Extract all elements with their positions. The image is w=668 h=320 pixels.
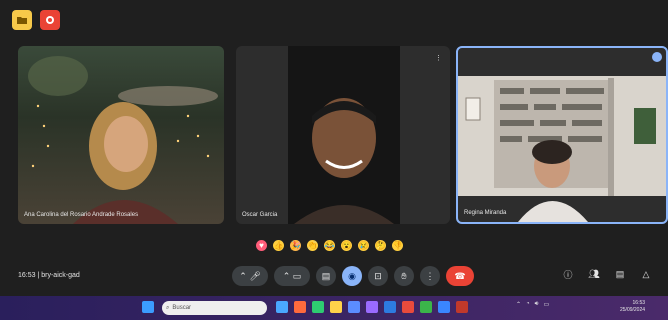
participant-name: Regina Miranda — [464, 210, 507, 216]
top-bar — [0, 0, 668, 40]
wifi-icon[interactable]: ◔ — [526, 301, 530, 308]
hang-up-icon: ☎︎ — [454, 270, 466, 281]
start-icon[interactable] — [142, 301, 154, 313]
clock-time: 16:53 — [632, 300, 646, 306]
present-icon: ⊡ — [374, 270, 382, 281]
speaking-indicator-icon — [652, 52, 662, 62]
camera-button[interactable]: ⌃ ▭ — [274, 266, 310, 286]
search-icon: ⌕ — [166, 304, 170, 311]
present-button[interactable]: ⊡ — [368, 266, 388, 286]
app-icon[interactable] — [294, 301, 306, 313]
clap-reaction-icon[interactable]: 👏 — [307, 240, 318, 251]
captions-icon: ▤ — [321, 270, 331, 281]
activities-icon[interactable]: △ — [638, 266, 654, 282]
microphone-icon: 🎤︎ — [249, 270, 261, 281]
surprised-reaction-icon[interactable]: 😮 — [341, 240, 352, 251]
people-icon[interactable]: 👥︎ — [586, 266, 602, 282]
taskbar-clock[interactable]: 16:53 25/09/2024 — [620, 300, 645, 314]
effects-button[interactable]: ◉ — [342, 266, 362, 286]
record-icon[interactable] — [40, 10, 60, 30]
thumbs-down-reaction-icon[interactable]: 👎 — [392, 240, 403, 251]
outlook-icon[interactable] — [438, 301, 450, 313]
meeting-code: bry-aick-gad — [41, 272, 80, 279]
chrome-icon[interactable] — [402, 301, 414, 313]
excel-icon[interactable] — [420, 301, 432, 313]
folder-icon[interactable] — [12, 10, 32, 30]
meeting-info: 16:53 | bry-aick-gad — [18, 272, 80, 279]
chevron-up-icon[interactable]: ⌃ — [516, 301, 521, 308]
side-controls: ⓘ 👥︎ ▤ △ 🔒︎ — [560, 266, 668, 282]
leave-call-button[interactable]: ☎︎ — [446, 266, 474, 286]
windows-taskbar: ⌕ Buscar ⌃ ◔ 🔊︎ ▭ 16:53 25/09/2024 — [0, 296, 668, 320]
battery-icon[interactable]: ▭ — [543, 301, 549, 308]
volume-icon[interactable]: 🔊︎ — [535, 301, 539, 308]
word-icon[interactable] — [384, 301, 396, 313]
more-options-icon[interactable]: ⋮ — [435, 54, 442, 62]
captions-button[interactable]: ▤ — [316, 266, 336, 286]
raise-hand-button[interactable]: ✋︎ — [394, 266, 414, 286]
participant-name: Oscar Garcia — [242, 212, 278, 218]
thumbs-up-reaction-icon[interactable]: 👍 — [273, 240, 284, 251]
party-reaction-icon[interactable]: 🎉 — [290, 240, 301, 251]
participant-video — [458, 76, 666, 222]
lock-icon[interactable]: 🔒︎ — [664, 266, 668, 282]
reactions-bar: ♥ 👍 🎉 👏 😂 😮 😢 🤔 👎 — [256, 240, 403, 251]
camera-icon: ▭ — [292, 270, 302, 281]
more-options-button[interactable]: ⋮ — [420, 266, 440, 286]
meeting-time: 16:53 — [18, 272, 36, 279]
sad-reaction-icon[interactable]: 😢 — [358, 240, 369, 251]
mail-icon[interactable] — [348, 301, 360, 313]
chevron-up-icon: ⌃ — [239, 270, 247, 281]
effects-icon: ◉ — [348, 270, 356, 281]
call-controls: ⌃ 🎤︎ ⌃ ▭ ▤ ◉ ⊡ ✋︎ ⋮ ☎︎ — [232, 266, 474, 286]
participant-video — [28, 56, 218, 224]
system-tray: ⌃ ◔ 🔊︎ ▭ — [516, 301, 549, 308]
taskbar-search[interactable]: ⌕ Buscar — [162, 301, 267, 315]
teams-icon[interactable] — [366, 301, 378, 313]
participant-name: Ana Carolina del Rosario Andrade Rosales — [24, 212, 139, 218]
info-icon[interactable]: ⓘ — [560, 266, 576, 282]
participant-video — [288, 46, 400, 224]
participant-tile[interactable]: Regina Miranda — [456, 46, 668, 224]
more-vert-icon: ⋮ — [425, 270, 435, 281]
explorer-icon[interactable] — [330, 301, 342, 313]
laugh-reaction-icon[interactable]: 😂 — [324, 240, 335, 251]
heart-reaction-icon[interactable]: ♥ — [256, 240, 267, 251]
participant-tile[interactable]: Oscar Garcia ⋮ — [236, 46, 450, 224]
acrobat-icon[interactable] — [456, 301, 468, 313]
hand-icon: ✋︎ — [401, 270, 407, 281]
participant-tile[interactable]: Ana Carolina del Rosario Andrade Rosales — [18, 46, 224, 224]
search-placeholder: Buscar — [172, 305, 192, 311]
thinking-reaction-icon[interactable]: 🤔 — [375, 240, 386, 251]
clock-date: 25/09/2024 — [620, 307, 646, 313]
edge-icon[interactable] — [312, 301, 324, 313]
task-view-icon[interactable] — [276, 301, 288, 313]
chevron-up-icon: ⌃ — [282, 270, 291, 281]
microphone-button[interactable]: ⌃ 🎤︎ — [232, 266, 268, 286]
chat-icon[interactable]: ▤ — [612, 266, 628, 282]
